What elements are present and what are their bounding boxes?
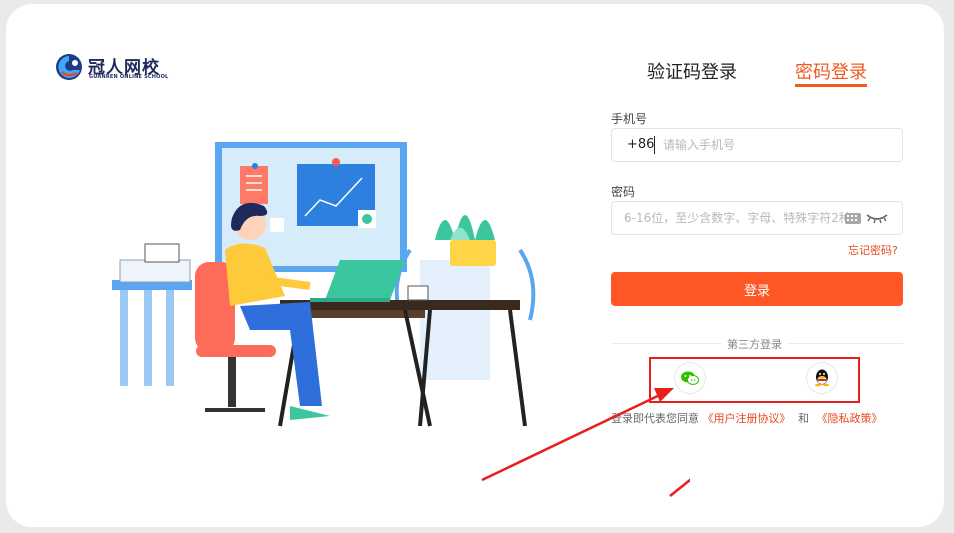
password-input[interactable] [624,202,850,234]
brand-subtitle: GUANREN ONLINE SCHOOL [89,74,169,80]
third-party-label: 第三方登录 [721,336,788,352]
keyboard-icon[interactable] [845,213,861,224]
agreement-prefix: 登录即代表您同意 [611,412,699,425]
annotation-highlight-box [649,357,860,403]
forgot-password-link[interactable]: 忘记密码? [848,242,898,258]
active-tab-indicator [795,84,867,87]
brand-logo[interactable]: 冠人网校 GUANREN ONLINE SCHOOL [55,52,175,86]
country-code[interactable]: +86 [627,137,654,152]
eye-closed-icon[interactable] [866,211,888,225]
tab-password-login[interactable]: 密码登录 [795,58,867,87]
password-label: 密码 [611,185,636,199]
login-button[interactable]: 登录 [611,272,903,306]
phone-input[interactable] [663,129,893,161]
password-field [611,201,903,235]
brand-logo-icon [56,54,82,80]
agreement-text: 登录即代表您同意 《用户注册协议》 和 《隐私政策》 [611,410,883,426]
phone-label: 手机号 [611,112,648,126]
phone-field: +86 [611,128,903,162]
tab-password-login-label: 密码登录 [795,62,867,83]
privacy-policy-link[interactable]: 《隐私政策》 [817,412,883,425]
tab-sms-login[interactable]: 验证码登录 [647,58,737,84]
tab-sms-login-label: 验证码登录 [647,62,737,83]
user-agreement-link[interactable]: 《用户注册协议》 [703,412,791,425]
prefix-divider [654,136,655,154]
workspace-illustration [110,130,536,430]
agreement-conjunction: 和 [798,412,809,425]
